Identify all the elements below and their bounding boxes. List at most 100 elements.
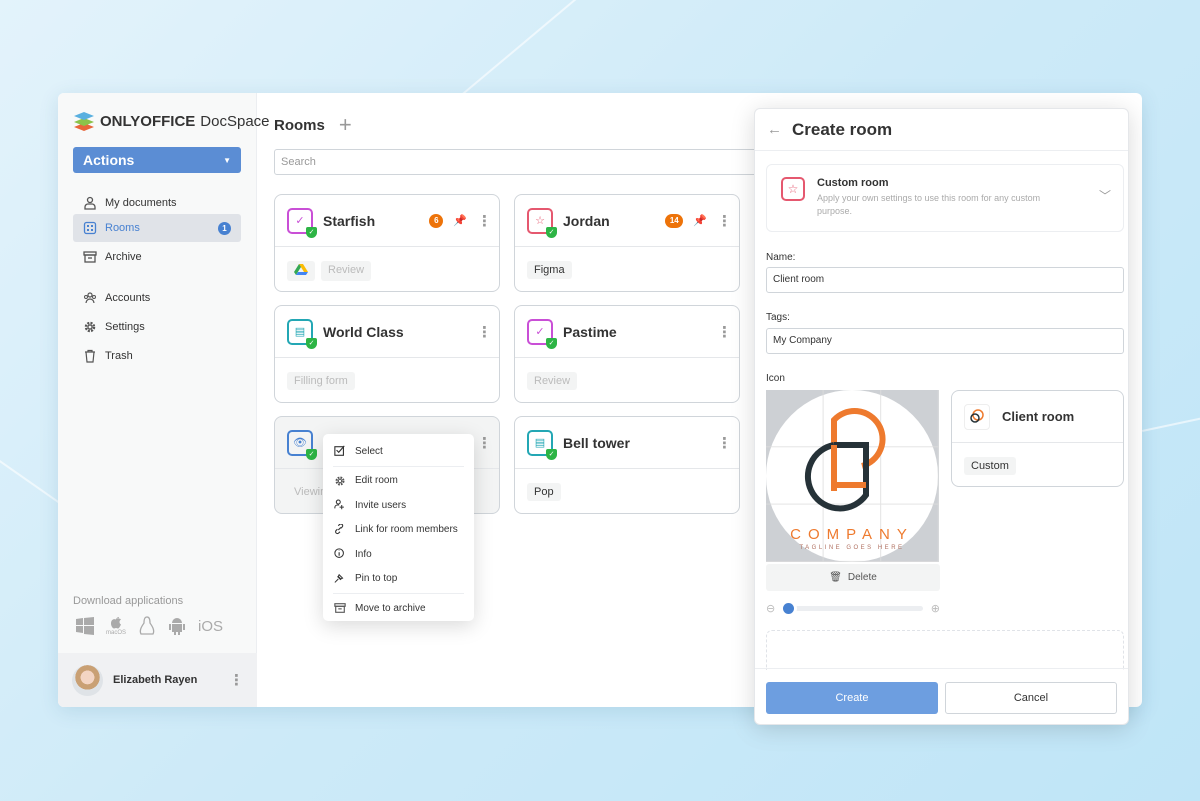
user-profile[interactable]: Elizabeth Rayen ⋮: [58, 653, 257, 707]
menu-item-label: Info: [355, 548, 372, 560]
zoom-slider[interactable]: ⊖ ⊕: [766, 601, 940, 615]
delete-icon-button[interactable]: 🗑 Delete: [766, 564, 940, 591]
sidebar-item-accounts[interactable]: Accounts: [73, 284, 241, 312]
sidebar: ONLYOFFICE DocSpace Actions ▼ My documents…: [58, 93, 270, 707]
room-card[interactable]: ▤ ✓ Bell tower ⋮ Pop: [514, 416, 740, 514]
gear-icon: [335, 476, 345, 486]
sidebar-item-settings[interactable]: Settings: [73, 313, 241, 341]
icon-cropper[interactable]: COMPANY TAGLINE GOES HERE: [766, 390, 939, 562]
menu-divider: [333, 465, 464, 467]
room-card[interactable]: ✓ ✓ Pastime ⋮ Review: [514, 305, 740, 403]
panel-header: ← Create room: [755, 109, 1128, 151]
drop-area: [766, 630, 1124, 670]
add-room-plus-icon[interactable]: +: [339, 112, 352, 138]
shield-check-icon: ✓: [546, 337, 557, 349]
menu-item-pin-to-top[interactable]: Pin to top: [323, 567, 474, 592]
zoom-out-icon[interactable]: ⊖: [766, 602, 775, 615]
actions-label: Actions: [83, 152, 135, 168]
gear-icon: [84, 321, 96, 333]
room-menu-icon[interactable]: ⋮: [477, 323, 492, 341]
room-type-selector[interactable]: ☆ Custom room Apply your own settings to …: [766, 164, 1124, 232]
shield-check-icon: ✓: [306, 448, 317, 460]
user-menu-icon[interactable]: ⋮: [229, 671, 244, 689]
chevron-down-icon[interactable]: ﹀: [1099, 187, 1111, 204]
menu-item-label: Select: [355, 445, 383, 457]
room-menu-icon[interactable]: ⋮: [477, 434, 492, 452]
room-card[interactable]: ▤ ✓ World Class ⋮ Filling form: [274, 305, 500, 403]
room-tag[interactable]: Review: [321, 261, 372, 281]
panel-title: Create room: [792, 119, 893, 139]
actions-button[interactable]: Actions ▼: [73, 147, 241, 173]
avatar[interactable]: [72, 664, 103, 696]
rooms-grid-icon: [83, 221, 97, 235]
app-links: macOS iOS: [76, 615, 223, 637]
cancel-button[interactable]: Cancel: [944, 682, 1117, 714]
shield-check-icon: ✓: [306, 337, 317, 349]
room-menu-icon[interactable]: ⋮: [477, 212, 492, 230]
linux-icon[interactable]: [138, 616, 156, 636]
checkbox-icon: [334, 445, 345, 457]
room-type-icon: ▤ ✓: [287, 318, 317, 349]
sidebar-item-label: Settings: [105, 321, 145, 333]
archive-icon: [83, 251, 97, 263]
menu-item-invite-users[interactable]: Invite users: [323, 493, 474, 518]
name-input[interactable]: Client room: [766, 267, 1124, 293]
info-icon: [334, 548, 344, 559]
sidebar-item-label: Trash: [105, 350, 133, 362]
room-tag[interactable]: Figma: [527, 261, 572, 279]
room-tag[interactable]: Filling form: [287, 372, 355, 390]
room-card[interactable]: ✓ ✓ Starfish 6 📌 ⋮ Review: [274, 194, 500, 292]
sidebar-item-my-documents[interactable]: My documents: [73, 189, 241, 217]
menu-item-edit-room[interactable]: Edit room: [323, 469, 474, 494]
zoom-in-icon[interactable]: ⊕: [931, 602, 940, 615]
room-menu-icon[interactable]: ⋮: [717, 212, 732, 230]
pin-icon[interactable]: 📌: [453, 214, 467, 227]
sidebar-item-label: Accounts: [105, 292, 151, 304]
room-name[interactable]: Starfish: [323, 213, 419, 229]
download-apps-label: Download applications: [73, 595, 184, 607]
menu-item-info[interactable]: Info: [323, 542, 474, 567]
macos-icon[interactable]: macOS: [106, 615, 126, 637]
tags-input[interactable]: My Company: [766, 328, 1124, 354]
pin-icon[interactable]: 📌: [693, 214, 707, 227]
new-items-badge: 14: [665, 213, 684, 228]
create-room-panel: ← Create room ☆ Custom room Apply your own…: [754, 108, 1129, 725]
android-icon[interactable]: [168, 616, 186, 636]
room-tag[interactable]: Pop: [527, 483, 561, 501]
room-name[interactable]: Bell tower: [563, 435, 707, 451]
menu-item-select[interactable]: Select: [323, 439, 474, 464]
room-card[interactable]: ☆ ✓ Jordan 14 📌 ⋮ Figma: [514, 194, 740, 292]
room-menu-icon[interactable]: ⋮: [717, 323, 732, 341]
room-name[interactable]: Pastime: [563, 324, 707, 340]
room-logo-thumbnail: [964, 403, 990, 430]
menu-item-link-for-room-members[interactable]: Link for room members: [323, 518, 474, 543]
page-header: Rooms +: [274, 112, 352, 138]
menu-item-move-to-archive[interactable]: Move to archive: [323, 596, 474, 621]
logo[interactable]: ONLYOFFICE DocSpace: [73, 111, 270, 131]
search-input[interactable]: Search: [274, 149, 794, 175]
shield-check-icon: ✓: [546, 226, 557, 238]
sidebar-item-label: Archive: [105, 251, 142, 263]
shield-check-icon: ✓: [546, 448, 557, 460]
context-menu: Select Edit room Invite users Link for room…: [323, 434, 474, 621]
room-name[interactable]: World Class: [323, 324, 467, 340]
sidebar-item-rooms[interactable]: Rooms 1: [73, 214, 241, 242]
windows-icon[interactable]: [76, 617, 94, 635]
back-arrow-icon[interactable]: ←: [767, 121, 782, 138]
room-name[interactable]: Jordan: [563, 213, 655, 229]
slider-thumb[interactable]: [783, 602, 795, 614]
brand-product: DocSpace: [200, 112, 270, 130]
new-items-badge: 6: [429, 213, 444, 228]
caret-down-icon: ▼: [223, 155, 231, 165]
ios-label[interactable]: iOS: [198, 618, 223, 635]
brand-name: ONLYOFFICE: [100, 112, 196, 130]
star-icon: ☆: [781, 177, 805, 201]
room-tag[interactable]: Review: [527, 372, 578, 390]
room-menu-icon[interactable]: ⋮: [717, 434, 732, 452]
sidebar-item-label: Rooms: [105, 222, 140, 234]
sidebar-item-trash[interactable]: Trash: [73, 342, 241, 370]
sidebar-item-archive[interactable]: Archive: [73, 243, 241, 271]
create-button[interactable]: Create: [766, 682, 938, 714]
menu-item-label: Link for room members: [355, 524, 458, 536]
room-type-description: Apply your own settings to use this room…: [817, 193, 1041, 216]
